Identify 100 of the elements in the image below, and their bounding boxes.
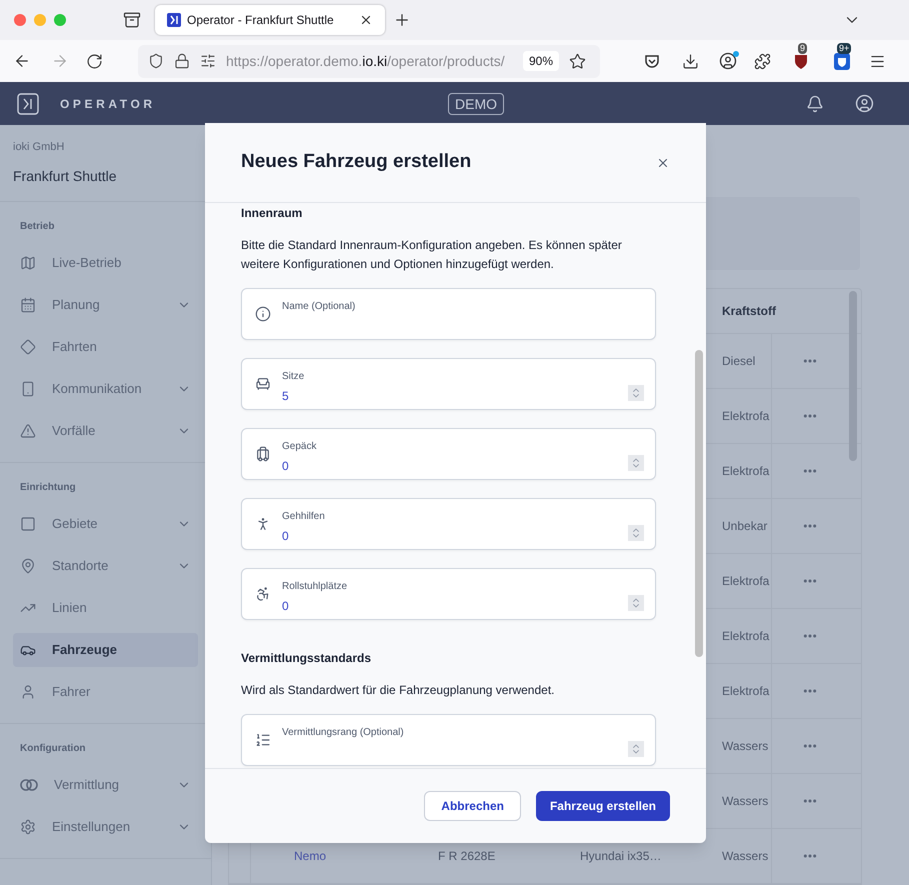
section-description: Bitte die Standard Innenraum-Konfiguration angeben. Es können später weitere Konfigurationen und Optionen hinzugefügt werden. (241, 237, 623, 273)
input-field[interactable]: Sitze 5 (241, 358, 656, 410)
nav-item[interactable]: Fahrten (13, 330, 198, 364)
settings-icon (20, 818, 36, 834)
table-cell-text: Unbekar (722, 518, 768, 535)
table-cell-text: Wassers (722, 738, 768, 755)
section-title: Betrieb (19, 220, 56, 234)
input-field[interactable]: Gehhilfen 0 (241, 498, 656, 550)
section-title: Konfiguration (19, 742, 87, 756)
field-label: Vermittlungsrang (Optional) (282, 726, 405, 740)
dialog-title: Neues Fahrzeug erstellen (241, 150, 472, 174)
field-label: Gehhilfen (282, 510, 326, 524)
map-icon (20, 254, 36, 270)
nav-item[interactable]: Live-Betrieb (13, 246, 198, 280)
bookmark-star-icon[interactable] (569, 52, 586, 70)
section-description: Wird als Standardwert für die Fahrzeugplanung verwendet. (241, 682, 556, 699)
organization-name: ioki GmbH (13, 140, 66, 155)
table-cell: Hyundai ix35… (580, 849, 662, 863)
spinner-button[interactable] (628, 525, 644, 541)
nav-item[interactable]: Planung (13, 288, 198, 322)
tab-title: Operator - Frankfurt Shuttle (187, 12, 335, 29)
section-heading: Innenraum (241, 205, 304, 222)
field-value: 0 (282, 528, 290, 545)
nav-item[interactable]: Linien (13, 590, 198, 624)
back-icon[interactable] (13, 52, 31, 70)
close-tab-icon[interactable] (359, 13, 373, 27)
field-label: Sitze (282, 370, 306, 384)
create-vehicle-button[interactable]: Fahrzeug erstellen (536, 791, 670, 821)
brand-name: OPERATOR (60, 96, 156, 112)
table-cell-text: Wassers (722, 793, 768, 810)
profile-icon[interactable] (855, 94, 874, 113)
up-down-icon (630, 387, 642, 399)
notifications-icon[interactable] (806, 94, 824, 112)
circles-icon (20, 778, 38, 792)
browser-tab[interactable]: Operator - Frankfurt Shuttle (155, 5, 385, 35)
dialog-scrollbar[interactable] (695, 350, 703, 657)
up-down-icon (630, 597, 642, 609)
address-bar[interactable]: https://operator.demo.io.ki/operator/products/ 90% (138, 44, 600, 78)
url-text: https://operator.demo.io.ki/operator/products/ (226, 52, 506, 71)
nav-item[interactable]: Kommunikation (13, 372, 198, 406)
info-icon (255, 306, 271, 322)
table-scrollbar[interactable] (849, 291, 857, 461)
field-value: 0 (282, 458, 290, 475)
download-icon[interactable] (682, 52, 699, 70)
vehicle-name-link[interactable]: Nemo (294, 849, 326, 863)
lock-icon[interactable] (174, 53, 190, 69)
extensions-icon[interactable] (754, 52, 771, 70)
nav-item[interactable]: Fahrer (13, 674, 198, 708)
extension-badge: 9 (798, 43, 808, 54)
nav-item[interactable]: Vermittlung (13, 768, 198, 802)
input-field[interactable]: Name (Optional) (241, 288, 656, 340)
zoom-level[interactable]: 90% (523, 51, 560, 71)
nav-item[interactable]: Vorfälle (13, 414, 198, 448)
nav-item[interactable]: Gebiete (13, 506, 198, 540)
product-name[interactable]: Frankfurt Shuttle (13, 166, 198, 186)
shield-icon[interactable] (148, 53, 164, 69)
spinner-button[interactable] (628, 595, 644, 611)
input-field[interactable]: Gepäck 0 (241, 428, 656, 480)
account-icon[interactable] (719, 52, 737, 70)
section-heading: Vermittlungsstandards (241, 650, 372, 667)
new-tab-icon[interactable] (393, 11, 411, 29)
table-cell-text: Wassers (722, 848, 768, 865)
input-field[interactable]: Vermittlungsrang (Optional) (241, 714, 656, 766)
spinner-button[interactable] (628, 455, 644, 471)
seat-icon (255, 376, 271, 392)
diamond-icon (20, 338, 36, 354)
table-cell-text: Diesel (722, 353, 756, 370)
table-cell-text: Elektrofa (722, 463, 770, 480)
nav-item[interactable]: Standorte (13, 548, 198, 582)
nav-item[interactable]: Einstellungen (13, 810, 198, 844)
cancel-button[interactable]: Abbrechen (424, 791, 521, 821)
extension-badge: 9+ (837, 42, 852, 54)
phone-icon (20, 380, 36, 396)
up-down-icon (630, 743, 642, 755)
input-field[interactable]: Rollstuhlplätze 0 (241, 568, 656, 620)
tab-overview-icon[interactable] (123, 11, 141, 29)
user-icon (20, 684, 36, 700)
forward-icon[interactable] (51, 52, 69, 70)
table-cell-text: Elektrofa (722, 683, 770, 700)
nav-item[interactable]: Fahrzeuge (13, 632, 198, 666)
permissions-icon[interactable] (200, 53, 216, 69)
wheelchair-icon (255, 586, 271, 602)
map-pin-icon (20, 558, 36, 574)
spinner-button[interactable] (628, 741, 644, 757)
pocket-icon[interactable] (644, 54, 660, 68)
table-cell-text: Elektrofa (722, 628, 770, 645)
shield-extension-icon[interactable] (834, 52, 850, 70)
square-icon (20, 516, 36, 532)
field-value: 5 (282, 388, 290, 405)
spinner-button[interactable] (628, 385, 644, 401)
field-label: Gepäck (282, 440, 318, 454)
reload-icon[interactable] (86, 52, 103, 70)
table-cell-text: Elektrofa (722, 408, 770, 425)
section-title: Einrichtung (19, 480, 77, 494)
up-down-icon (630, 457, 642, 469)
numbered-list-icon (255, 732, 271, 748)
column-header: Kraftstoff (721, 303, 776, 320)
environment-badge: DEMO (448, 92, 504, 114)
shield-extension-icon[interactable] (794, 53, 808, 69)
table-cell-text: Elektrofa (722, 573, 770, 590)
